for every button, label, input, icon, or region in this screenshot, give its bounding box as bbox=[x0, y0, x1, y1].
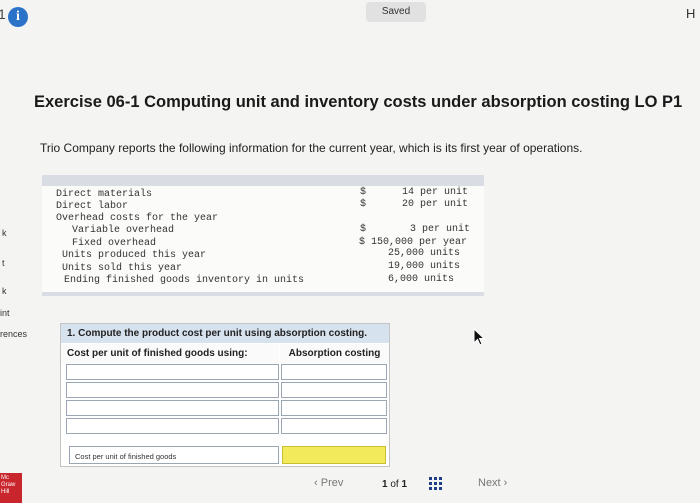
exercise-title: Exercise 06-1 Computing unit and invento… bbox=[34, 93, 683, 111]
pager: ‹ Prev 1 of 1 Next › bbox=[310, 474, 530, 496]
sidebar-item[interactable]: t bbox=[2, 258, 5, 268]
info-row-currency: $ bbox=[360, 199, 367, 210]
prev-label: Prev bbox=[320, 477, 344, 489]
info-row-value: 14 per unit bbox=[402, 187, 469, 198]
footer-row-label: Cost per unit of finished goods bbox=[75, 452, 177, 461]
sidebar-item[interactable]: k bbox=[2, 228, 7, 238]
info-table: Direct materials $ 14 per unit Direct la… bbox=[42, 175, 484, 296]
sidebar-item[interactable]: k bbox=[2, 286, 7, 296]
sidebar-item[interactable]: int bbox=[0, 308, 10, 318]
info-row-value: $ 150,000 per year bbox=[359, 237, 468, 248]
total-pages: 1 bbox=[401, 479, 408, 490]
answer-label-input[interactable] bbox=[66, 400, 279, 416]
next-button[interactable]: Next › bbox=[478, 477, 507, 489]
page-indicator: 1 of 1 bbox=[382, 479, 407, 490]
answer-value-input[interactable] bbox=[281, 400, 387, 416]
prev-button[interactable]: ‹ Prev bbox=[314, 477, 343, 489]
info-row-label: Direct materials bbox=[56, 189, 153, 200]
sidebar: k t k int rences bbox=[0, 220, 34, 440]
question-title: 1. Compute the product cost per unit usi… bbox=[61, 324, 389, 343]
info-row-label: Variable overhead bbox=[72, 225, 175, 236]
info-row-value: 3 per unit bbox=[410, 224, 471, 235]
question-number-fragment: 1 bbox=[0, 6, 6, 22]
info-row-label: Units sold this year bbox=[62, 263, 183, 274]
info-row-value: 20 per unit bbox=[402, 199, 469, 210]
next-label: Next bbox=[478, 477, 501, 489]
header-corner-fragment[interactable]: H bbox=[686, 6, 695, 21]
info-row-value: 6,000 units bbox=[388, 274, 455, 285]
info-row-currency: $ bbox=[360, 187, 367, 198]
info-row-value: 19,000 units bbox=[388, 261, 461, 272]
exercise-intro: Trio Company reports the following infor… bbox=[40, 141, 583, 155]
info-icon[interactable]: i bbox=[8, 7, 28, 27]
column-header-left: Cost per unit of finished goods using: bbox=[61, 344, 279, 363]
sidebar-item[interactable]: rences bbox=[0, 329, 27, 339]
saved-status: Saved bbox=[366, 2, 426, 22]
info-row-currency: $ bbox=[360, 224, 367, 235]
answer-label-input[interactable] bbox=[66, 382, 279, 398]
answer-value-input[interactable] bbox=[281, 382, 387, 398]
page-of-label: of bbox=[390, 479, 399, 490]
answer-label-input[interactable] bbox=[66, 418, 279, 434]
info-row-label: Units produced this year bbox=[62, 250, 207, 261]
info-table-header-band bbox=[42, 175, 484, 186]
answer-value-input[interactable] bbox=[281, 364, 387, 380]
question-panel: 1. Compute the product cost per unit usi… bbox=[60, 323, 390, 467]
mouse-cursor-icon bbox=[473, 328, 486, 346]
current-page: 1 bbox=[382, 479, 388, 490]
grid-icon[interactable] bbox=[429, 477, 443, 491]
column-header-absorption: Absorption costing bbox=[280, 344, 389, 363]
info-row-label: Overhead costs for the year bbox=[56, 213, 219, 224]
info-row-label: Ending finished goods inventory in units bbox=[64, 275, 305, 286]
info-row-label: Direct labor bbox=[56, 201, 129, 212]
publisher-logo: Mc Graw Hill bbox=[0, 473, 22, 503]
answer-value-input[interactable] bbox=[281, 418, 387, 434]
info-table-bottom-border bbox=[42, 292, 484, 296]
total-answer-input[interactable] bbox=[282, 446, 386, 464]
answer-label-input[interactable] bbox=[66, 364, 279, 380]
info-row-value: 25,000 units bbox=[388, 248, 461, 259]
info-row-label: Fixed overhead bbox=[72, 238, 157, 249]
top-bar: 1 i Saved H bbox=[0, 0, 700, 40]
